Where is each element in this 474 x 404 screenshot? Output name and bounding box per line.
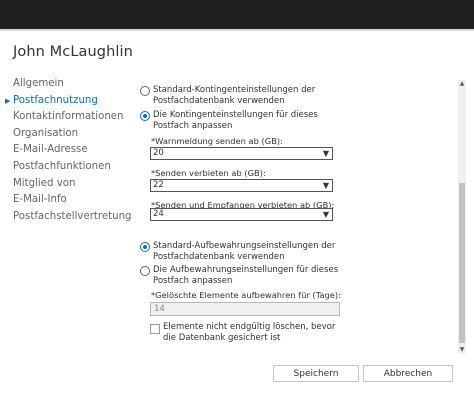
prohibit-send-receive-select[interactable]: 24 ▼ xyxy=(150,208,333,221)
quota-custom-label: Die Kontingenteinstellungen für dieses P… xyxy=(153,110,318,131)
quota-default-label: Standard-Kontingenteinstellungen der Pos… xyxy=(153,85,316,106)
settings-panel: Standard-Kontingenteinstellungen der Pos… xyxy=(139,81,457,358)
prohibit-send-label: *Senden verbieten ab (GB): xyxy=(151,168,266,178)
retention-custom-label: Die Aufbewahrungseinstellungen für diese… xyxy=(153,265,339,286)
scrollbar-thumb[interactable] xyxy=(459,183,465,343)
page-title: John McLaughlin xyxy=(13,44,133,60)
sidebar-item-organisation[interactable]: Organisation xyxy=(13,126,132,143)
sidebar-item-allgemein[interactable]: Allgemein xyxy=(13,76,132,93)
deleted-items-input[interactable]: 14 xyxy=(150,302,340,316)
sidebar-item-label: Postfachnutzung xyxy=(13,94,98,106)
quota-default-radio[interactable] xyxy=(140,86,150,96)
chevron-down-icon: ▼ xyxy=(322,181,329,190)
sidebar-item-email-adresse[interactable]: E-Mail-Adresse xyxy=(13,142,132,159)
active-arrow-icon: ▶ xyxy=(5,96,11,105)
warning-quota-select[interactable]: 20 ▼ xyxy=(150,147,333,160)
sidebar-item-email-info[interactable]: E-Mail-Info xyxy=(13,192,132,209)
prohibit-send-select[interactable]: 22 ▼ xyxy=(150,179,333,192)
sidebar-item-postfachfunktionen[interactable]: Postfachfunktionen xyxy=(13,159,132,176)
deleted-items-label: *Gelöschte Elemente aufbewahren für (Tag… xyxy=(151,290,341,300)
cancel-button[interactable]: Abbrechen xyxy=(363,365,453,382)
retention-default-radio[interactable] xyxy=(140,242,150,252)
retention-custom-radio[interactable] xyxy=(140,266,150,276)
sidebar-item-mitglied-von[interactable]: Mitglied von xyxy=(13,176,132,193)
chevron-down-icon: ▼ xyxy=(322,210,329,219)
titlebar-shadow xyxy=(0,29,474,31)
scroll-down-icon[interactable]: ▼ xyxy=(458,346,466,354)
prohibit-send-value: 22 xyxy=(153,180,164,190)
window-titlebar xyxy=(0,0,474,31)
sidebar-item-postfachstellvertretung[interactable]: Postfachstellvertretung xyxy=(13,209,132,226)
sidebar-nav: Allgemein ▶ Postfachnutzung Kontaktinform… xyxy=(5,76,132,226)
keep-deleted-label: Elemente nicht endgültig löschen, bevor … xyxy=(163,322,336,343)
quota-custom-radio[interactable] xyxy=(140,111,150,121)
warning-quota-label: *Warnmeldung senden ab (GB): xyxy=(151,136,283,146)
retention-default-label: Standard-Aufbewahrungseinstellungen der … xyxy=(153,241,336,262)
chevron-down-icon: ▼ xyxy=(322,149,329,158)
sidebar-item-postfachnutzung[interactable]: ▶ Postfachnutzung xyxy=(5,93,132,110)
scroll-up-icon[interactable]: ▲ xyxy=(458,80,466,88)
warning-quota-value: 20 xyxy=(153,148,164,158)
vertical-scrollbar[interactable]: ▲ ▼ xyxy=(458,80,466,354)
save-button[interactable]: Speichern xyxy=(273,365,359,382)
prohibit-send-receive-value: 24 xyxy=(153,209,164,219)
keep-deleted-checkbox[interactable] xyxy=(150,324,160,334)
sidebar-item-kontaktinformationen[interactable]: Kontaktinformationen xyxy=(13,109,132,126)
